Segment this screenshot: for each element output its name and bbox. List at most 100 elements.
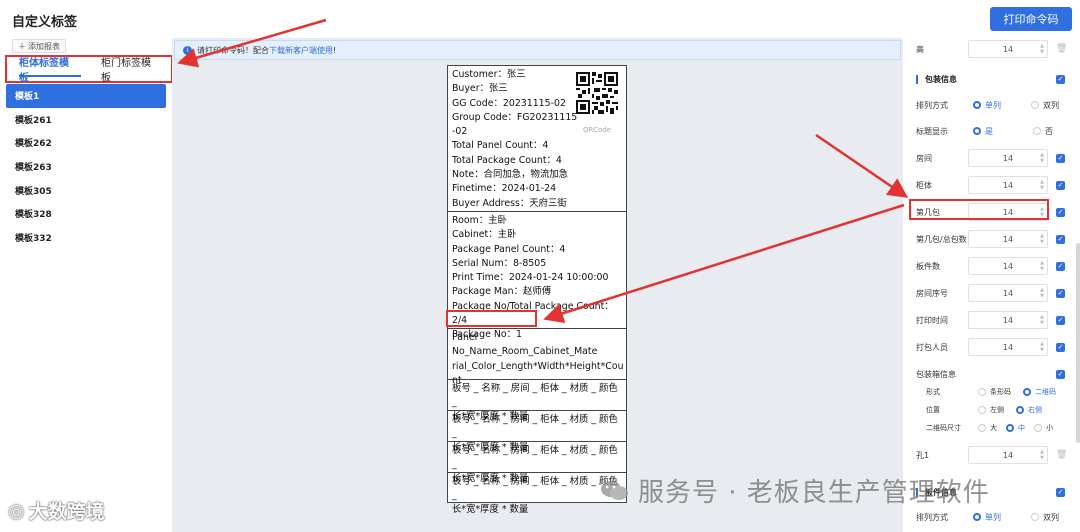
radio-double-column[interactable]: 双列 xyxy=(1031,100,1059,111)
font-size-stepper[interactable]: 14 ▲ ▼ xyxy=(968,311,1048,329)
header: 自定义标签 打印命令码 xyxy=(0,0,1080,38)
font-size-stepper[interactable]: 14 ▲ ▼ xyxy=(968,176,1048,194)
checkbox[interactable]: ✓ xyxy=(1056,234,1065,244)
font-size-stepper[interactable]: 14 ▲ ▼ xyxy=(968,338,1048,356)
trash-icon[interactable]: 🗑 xyxy=(1056,450,1067,460)
label-line: Finetime：2024-01-24 xyxy=(452,183,557,195)
watermark-right: 服务号 · 老板良生产管理软件 xyxy=(600,472,990,509)
checkbox[interactable]: ✓ xyxy=(1056,207,1065,217)
radio-no[interactable]: 否 xyxy=(1033,126,1053,137)
hole-stepper[interactable]: 14 ▲ ▼ xyxy=(968,446,1048,464)
notice-suffix: ! xyxy=(333,45,337,55)
radio-small[interactable]: 小 xyxy=(1034,423,1053,433)
setting-row-room: 房间 14 ▲ ▼ ✓ xyxy=(903,147,1080,169)
setting-label: 二维码尺寸 xyxy=(926,424,961,432)
preview-area: i 请打印命令码！配合下载新客户端使用! Customer：张三 Buyer：张… xyxy=(172,38,903,532)
page-title: 自定义标签 xyxy=(12,15,78,30)
scrollbar[interactable] xyxy=(1076,243,1080,443)
template-item[interactable]: 模板261 xyxy=(6,108,166,132)
setting-label: 形式 xyxy=(926,388,940,396)
setting-label: 房间序号 xyxy=(916,288,948,298)
settings-panel: 高 14 ▲ ▼ 🗑 包装信息 ✓ 排列方式 单列 双列 标题显示 是 否 房间 1… xyxy=(903,38,1080,532)
radio-qrcode[interactable]: 二维码 xyxy=(1023,387,1056,397)
setting-row-packer: 打包人员 14 ▲ ▼ ✓ xyxy=(903,336,1080,358)
arrange-radio-group: 单列 双列 xyxy=(973,100,1059,111)
print-command-button[interactable]: 打印命令码 xyxy=(990,7,1072,31)
setting-label: 板件数 xyxy=(916,261,940,271)
setting-label: 打印时间 xyxy=(916,315,948,325)
template-item[interactable]: 模板1 xyxy=(6,84,166,108)
template-item[interactable]: 模板328 xyxy=(6,202,166,226)
font-size-stepper[interactable]: 14 ▲ ▼ xyxy=(968,230,1048,248)
radio-double-column[interactable]: 双列 xyxy=(1031,512,1059,523)
setting-label: 排列方式 xyxy=(916,100,948,110)
label-panel-row: 板号 _ 名称 _ 房间 _ 柜体 _ 材质 _ 颜色 _ 长*宽*厚度 * 数… xyxy=(448,380,626,422)
checkbox[interactable]: ✓ xyxy=(1056,288,1065,298)
checkbox[interactable]: ✓ xyxy=(1056,315,1065,325)
position-radio-group: 左侧 右侧 xyxy=(978,405,1042,415)
logo-icon: ◎ xyxy=(8,499,25,522)
label-line: Buyer Address：天府三街 xyxy=(452,197,567,209)
checkbox[interactable]: ✓ xyxy=(1056,342,1065,352)
label-line: Print Time：2024-01-24 10:00:00 xyxy=(452,272,609,284)
setting-row-panel-count: 板件数 14 ▲ ▼ ✓ xyxy=(903,255,1080,277)
label-panel-row: 板号 _ 名称 _ 房间 _ 柜体 _ 材质 _ 颜色 _ 长*宽*厚度 * 数… xyxy=(448,411,626,453)
template-item[interactable]: 模板332 xyxy=(6,226,166,250)
title-show-radio-group: 是 否 xyxy=(973,126,1053,137)
setting-label: 打包人员 xyxy=(916,342,948,352)
watermark-text: 大数跨境 xyxy=(28,501,105,523)
template-item[interactable]: 模板263 xyxy=(6,155,166,179)
notice-text: 请打印命令码！配合 xyxy=(197,45,269,55)
radio-medium[interactable]: 中 xyxy=(1006,423,1025,433)
qr-code-icon xyxy=(576,72,618,114)
download-client-link[interactable]: 下载新客户端使用 xyxy=(269,46,333,55)
font-size-stepper[interactable]: 14 ▲ ▼ xyxy=(968,149,1048,167)
setting-label: 标题显示 xyxy=(916,126,948,136)
qr-caption: QRCode xyxy=(583,126,611,134)
wechat-icon xyxy=(601,480,628,500)
qr-size-radio-group: 大 中 小 xyxy=(978,423,1053,433)
label-section-panel-header: Panel No_Name_Room_Cabinet_Mate rial_Col… xyxy=(448,329,626,386)
height-stepper[interactable]: 14 ▲ ▼ xyxy=(968,40,1048,58)
setting-row-cabinet: 柜体 14 ▲ ▼ ✓ xyxy=(903,174,1080,196)
radio-right[interactable]: 右侧 xyxy=(1016,405,1042,415)
label-line: Total Package Count：4 xyxy=(452,154,562,166)
label-line: 板号 _ 名称 _ 房间 _ 柜体 _ 材质 _ 颜色 _ xyxy=(452,476,618,501)
radio-left[interactable]: 左侧 xyxy=(978,405,1004,415)
add-report-button[interactable]: ＋ 添加报表 xyxy=(12,39,66,53)
arrange2-row: 排列方式 单列 双列 xyxy=(903,506,1080,528)
tab-door-template[interactable]: 柜门标签模板 xyxy=(89,57,171,84)
package-no-highlight xyxy=(446,310,537,327)
setting-row-room-serial: 房间序号 14 ▲ ▼ ✓ xyxy=(903,282,1080,304)
radio-yes[interactable]: 是 xyxy=(973,126,993,137)
radio-large[interactable]: 大 xyxy=(978,423,997,433)
radio-single-column[interactable]: 单列 xyxy=(973,512,1001,523)
label-line: Package Panel Count：4 xyxy=(452,243,566,255)
label-line: Room：主卧 xyxy=(452,215,507,226)
checkbox[interactable]: ✓ xyxy=(1056,369,1065,379)
tab-cabinet-template[interactable]: 柜体标签模板 xyxy=(7,57,89,84)
template-item[interactable]: 模板262 xyxy=(6,131,166,155)
label-preview: Customer：张三 Buyer：张三 GG Code：20231115-02… xyxy=(446,65,627,515)
notice-bar: i 请打印命令码！配合下载新客户端使用! xyxy=(174,40,901,60)
watermark-text: 服务号 · 老板良生产管理软件 xyxy=(638,478,990,508)
setting-label: 高 xyxy=(916,44,924,54)
font-size-stepper[interactable]: 14 ▲ ▼ xyxy=(968,257,1048,275)
label-line: Serial Num：8-8505 xyxy=(452,257,547,269)
template-item[interactable]: 模板305 xyxy=(6,178,166,202)
label-line: Cabinet：主卧 xyxy=(452,229,517,241)
radio-single-column[interactable]: 单列 xyxy=(973,100,1001,111)
checkbox[interactable]: ✓ xyxy=(1056,261,1065,271)
checkbox[interactable]: ✓ xyxy=(1056,153,1065,163)
radio-barcode[interactable]: 条形码 xyxy=(978,387,1011,397)
font-size-stepper[interactable]: 14 ▲ ▼ xyxy=(968,284,1048,302)
trash-icon[interactable]: 🗑 xyxy=(1056,44,1067,54)
add-report-label: 添加报表 xyxy=(28,41,60,51)
label-line: Package Man：赵师傅 xyxy=(452,286,552,298)
label-line: 板号 _ 名称 _ 房间 _ 柜体 _ 材质 _ 颜色 _ xyxy=(452,414,618,439)
pack-info-header: 包装信息 ✓ xyxy=(903,68,1080,90)
checkbox[interactable]: ✓ xyxy=(1056,180,1065,190)
title-show-row: 标题显示 是 否 xyxy=(903,120,1080,142)
checkbox[interactable]: ✓ xyxy=(1056,74,1065,84)
checkbox[interactable]: ✓ xyxy=(1056,487,1065,497)
